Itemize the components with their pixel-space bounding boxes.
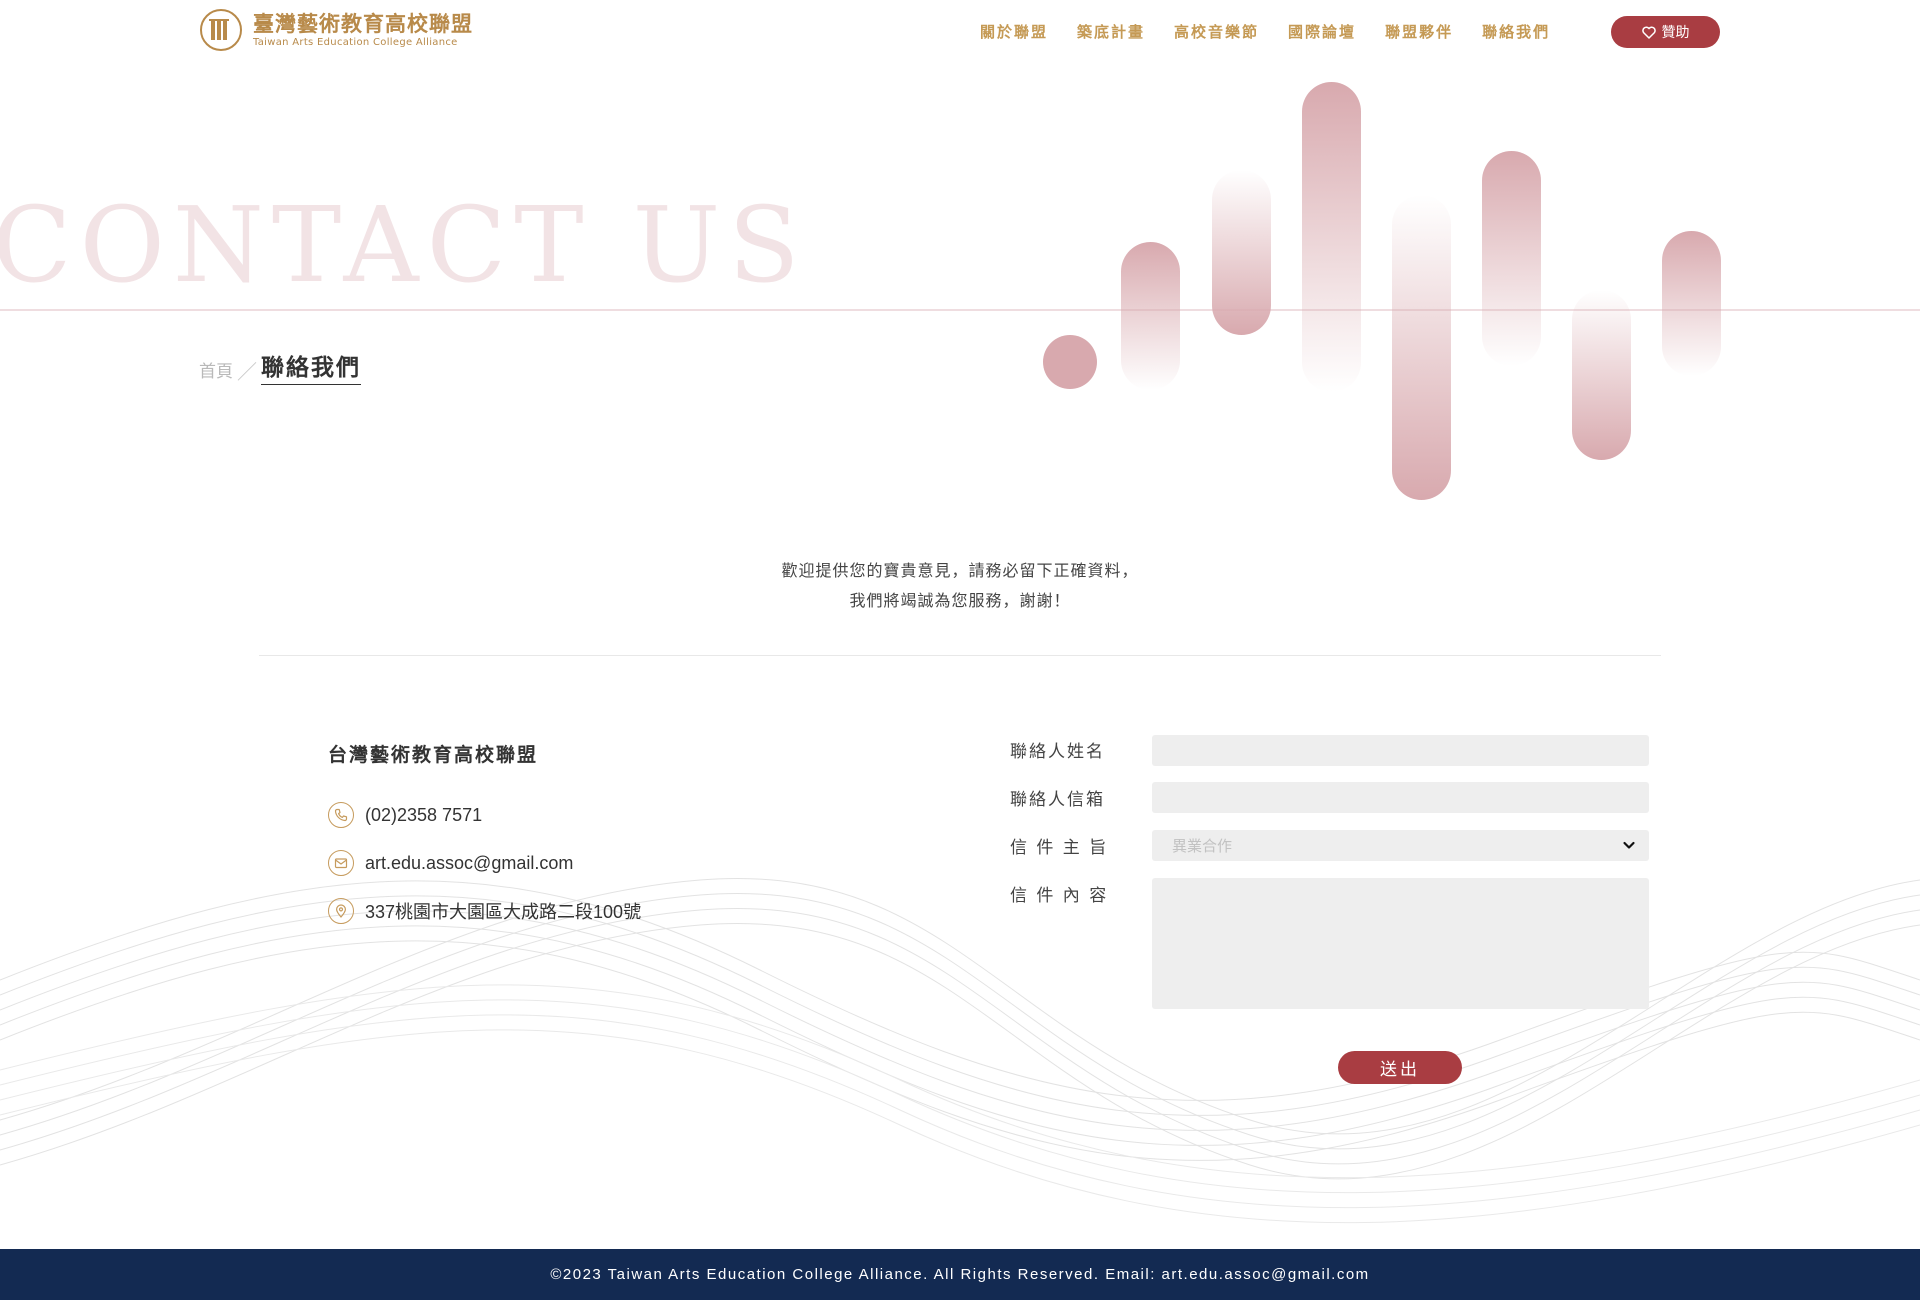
contact-address: 337桃園市大園區大成路二段100號: [365, 902, 642, 922]
nav-item-partners[interactable]: 聯盟夥伴: [1385, 22, 1453, 42]
phone-icon: [328, 802, 354, 828]
contact-email[interactable]: art.edu.assoc@gmail.com: [365, 853, 573, 874]
footer-copyright: ©2023 Taiwan Arts Education College Alli…: [550, 1266, 1370, 1283]
intro-line-1: 歡迎提供您的寶貴意見，請務必留下正確資料，: [781, 561, 1139, 580]
contact-phone-row: (02)2358 7571: [328, 802, 482, 828]
site-logo[interactable]: 臺灣藝術教育高校聯盟 Taiwan Arts Education College…: [199, 8, 473, 52]
location-pin-icon: [328, 898, 354, 924]
contact-name-input[interactable]: [1152, 735, 1649, 766]
subject-label: 信 件 主 旨: [1010, 838, 1109, 858]
sound-bars-decoration: [1043, 82, 1721, 500]
email-label: 聯絡人信箱: [1010, 790, 1105, 810]
intro-text: 歡迎提供您的寶貴意見，請務必留下正確資料， 我們將竭誠為您服務，謝謝！: [0, 556, 1920, 616]
contact-address-row: 337桃園市大園區大成路二段100號: [328, 898, 641, 924]
message-textarea[interactable]: [1152, 878, 1649, 1009]
breadcrumb-current: 聯絡我們: [261, 352, 361, 385]
subject-selected-value: 異業合作: [1172, 837, 1233, 855]
nav-item-contact[interactable]: 聯絡我們: [1482, 22, 1550, 42]
subject-select[interactable]: 異業合作: [1152, 830, 1649, 861]
heart-icon: [1641, 26, 1656, 39]
submit-button[interactable]: 送出: [1338, 1051, 1462, 1084]
nav-item-about[interactable]: 關於聯盟: [980, 22, 1048, 42]
logo-subtitle: Taiwan Arts Education College Alliance: [253, 37, 458, 48]
org-name: 台灣藝術教育高校聯盟: [328, 744, 539, 766]
logo-title: 臺灣藝術教育高校聯盟: [253, 12, 473, 36]
section-divider: [259, 655, 1661, 656]
hero-title: CONTACT US: [0, 184, 808, 306]
nav-item-forum[interactable]: 國際論壇: [1288, 22, 1356, 42]
intro-line-2: 我們將竭誠為您服務，謝謝！: [849, 591, 1071, 610]
nav-item-music-festival[interactable]: 高校音樂節: [1174, 22, 1259, 42]
contact-email-input[interactable]: [1152, 782, 1649, 813]
main-nav: 關於聯盟 築底計畫 高校音樂節 國際論壇 聯盟夥伴 聯絡我們: [980, 22, 1579, 42]
site-footer: ©2023 Taiwan Arts Education College Alli…: [0, 1249, 1920, 1300]
breadcrumb: 首頁 ／ 聯絡我們: [199, 352, 361, 385]
contact-email-row: art.edu.assoc@gmail.com: [328, 850, 573, 876]
nav-item-project[interactable]: 築底計畫: [1077, 22, 1145, 42]
breadcrumb-home-link[interactable]: 首頁: [199, 359, 233, 385]
logo-mark-icon: [200, 9, 242, 51]
message-label: 信 件 內 容: [1010, 886, 1109, 906]
sponsor-label: 贊助: [1661, 25, 1690, 41]
site-header: 臺灣藝術教育高校聯盟 Taiwan Arts Education College…: [0, 0, 1920, 64]
breadcrumb-separator: ／: [237, 360, 257, 384]
name-label: 聯絡人姓名: [1010, 742, 1105, 762]
sponsor-button[interactable]: 贊助: [1611, 16, 1720, 48]
mail-icon: [328, 850, 354, 876]
contact-phone: (02)2358 7571: [365, 804, 483, 825]
chevron-down-icon: [1623, 841, 1635, 849]
